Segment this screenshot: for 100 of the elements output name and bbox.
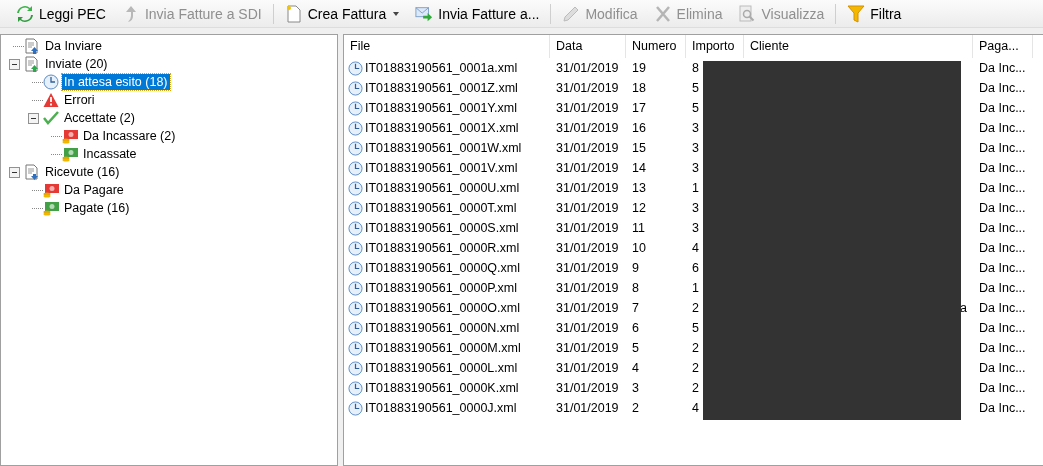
table-cell: 31/01/2019 xyxy=(556,81,619,95)
clock-icon xyxy=(348,200,363,216)
banknote-icon xyxy=(62,128,78,144)
document-icon xyxy=(24,38,40,54)
table-cell: 31/01/2019 xyxy=(556,381,619,395)
tree-item[interactable]: Da Inviare xyxy=(43,38,104,54)
table-cell: IT01883190561_0000S.xml xyxy=(365,221,519,235)
table-cell: 4 xyxy=(692,241,699,255)
table-cell: 5 xyxy=(692,81,699,95)
table-cell: 31/01/2019 xyxy=(556,141,619,155)
table-cell: 9 xyxy=(632,261,639,275)
pencil-icon xyxy=(562,4,581,23)
caret-icon xyxy=(393,11,400,16)
table-cell: 31/01/2019 xyxy=(556,181,619,195)
table-cell: IT01883190561_0001a.xml xyxy=(365,61,518,75)
column-header[interactable]: File xyxy=(344,35,550,58)
table-cell: 14 xyxy=(632,161,646,175)
column-header[interactable]: Paga... xyxy=(973,35,1033,58)
clock-icon xyxy=(348,380,363,396)
table-cell: IT01883190561_0000N.xml xyxy=(365,321,520,335)
toolbar-button[interactable]: Crea Fattura xyxy=(276,1,408,26)
clock-icon xyxy=(348,220,363,236)
column-header[interactable]: Numero xyxy=(626,35,686,58)
collapse-icon[interactable] xyxy=(28,112,39,124)
toolbar-button[interactable]: Leggi PEC xyxy=(8,1,114,26)
table-cell: Da Inc... xyxy=(979,281,1026,295)
table-cell: IT01883190561_0000J.xml xyxy=(365,401,517,415)
clock-icon xyxy=(348,160,363,176)
table-cell: 3 xyxy=(692,121,699,135)
preview-icon xyxy=(738,4,757,23)
table-cell: 7 xyxy=(632,301,639,315)
table-cell: IT01883190561_0001Y.xml xyxy=(365,101,517,115)
table-cell: Da Inc... xyxy=(979,181,1026,195)
table-cell: IT01883190561_0000L.xml xyxy=(365,361,518,375)
table-cell: 3 xyxy=(632,381,639,395)
tree-item[interactable]: Da Incassare (2) xyxy=(81,128,178,144)
table-cell: 5 xyxy=(692,101,699,115)
table-cell: 2 xyxy=(692,301,699,315)
table-cell: Da Inc... xyxy=(979,101,1026,115)
table-cell: 31/01/2019 xyxy=(556,201,619,215)
column-header[interactable]: Data xyxy=(550,35,626,58)
clock-icon xyxy=(348,100,363,116)
clock-icon xyxy=(348,360,363,376)
table-cell: IT01883190561_0000P.xml xyxy=(365,281,517,295)
delete-x-icon xyxy=(653,4,672,23)
table-cell: 4 xyxy=(632,361,639,375)
table-cell: IT01883190561_0001W.xml xyxy=(365,141,522,155)
clock-icon xyxy=(348,280,363,296)
toolbar-button[interactable]: Invia Fatture a... xyxy=(407,1,548,26)
collapse-icon[interactable] xyxy=(9,166,20,178)
tree-item[interactable]: Pagate (16) xyxy=(62,200,132,216)
table-cell: 8 xyxy=(632,281,639,295)
table-cell: 2 xyxy=(692,341,699,355)
table-cell: IT01883190561_0000T.xml xyxy=(365,201,517,215)
toolbar-button[interactable]: Filtra xyxy=(839,1,910,26)
table-cell: 31/01/2019 xyxy=(556,121,619,135)
table-cell: 6 xyxy=(632,321,639,335)
clock-icon xyxy=(348,80,363,96)
table-cell: 4 xyxy=(692,401,699,415)
table-cell: Da Inc... xyxy=(979,201,1026,215)
table-cell: 31/01/2019 xyxy=(556,61,619,75)
collapse-icon[interactable] xyxy=(9,58,20,70)
banknote-icon xyxy=(43,200,59,216)
table-cell: 31/01/2019 xyxy=(556,241,619,255)
table-cell: IT01883190561_0000U.xml xyxy=(365,181,520,195)
table-cell: 16 xyxy=(632,121,646,135)
clock-icon xyxy=(348,120,363,136)
table-cell: Da Inc... xyxy=(979,221,1026,235)
tree-item[interactable]: Accettate (2) xyxy=(62,110,137,126)
banknote-icon xyxy=(62,146,78,162)
table-cell: 15 xyxy=(632,141,646,155)
table-cell: 31/01/2019 xyxy=(556,401,619,415)
table-cell: 8 xyxy=(692,61,699,75)
table-cell: 31/01/2019 xyxy=(556,281,619,295)
table-cell: IT01883190561_0000M.xml xyxy=(365,341,521,355)
clock-icon xyxy=(348,60,363,76)
table-cell: Da Inc... xyxy=(979,341,1026,355)
table-cell: 2 xyxy=(632,401,639,415)
table-cell: 10 xyxy=(632,241,646,255)
table-cell: 2 xyxy=(692,381,699,395)
tree-item[interactable]: Errori xyxy=(62,92,97,108)
tree-item[interactable]: Da Pagare xyxy=(62,182,126,198)
column-header[interactable]: Importo xyxy=(686,35,744,58)
tree-item[interactable]: Ricevute (16) xyxy=(43,164,122,180)
table-cell: Da Inc... xyxy=(979,61,1026,75)
table-cell: 31/01/2019 xyxy=(556,361,619,375)
refresh-icon xyxy=(16,4,34,23)
tree-item[interactable]: In attesa esito (18) xyxy=(62,74,170,90)
clock-icon xyxy=(348,320,363,336)
table-cell: 6 xyxy=(692,261,699,275)
table-cell: 3 xyxy=(692,161,699,175)
table-cell: 19 xyxy=(632,61,646,75)
table-cell: IT01883190561_0000O.xml xyxy=(365,301,520,315)
clock-icon xyxy=(348,260,363,276)
table-cell: 17 xyxy=(632,101,646,115)
tree-item[interactable]: Incassate xyxy=(81,146,139,162)
table-cell: 3 xyxy=(692,201,699,215)
tree-item[interactable]: Inviate (20) xyxy=(43,56,110,72)
table-cell: Da Inc... xyxy=(979,361,1026,375)
column-header[interactable]: Cliente xyxy=(744,35,973,58)
